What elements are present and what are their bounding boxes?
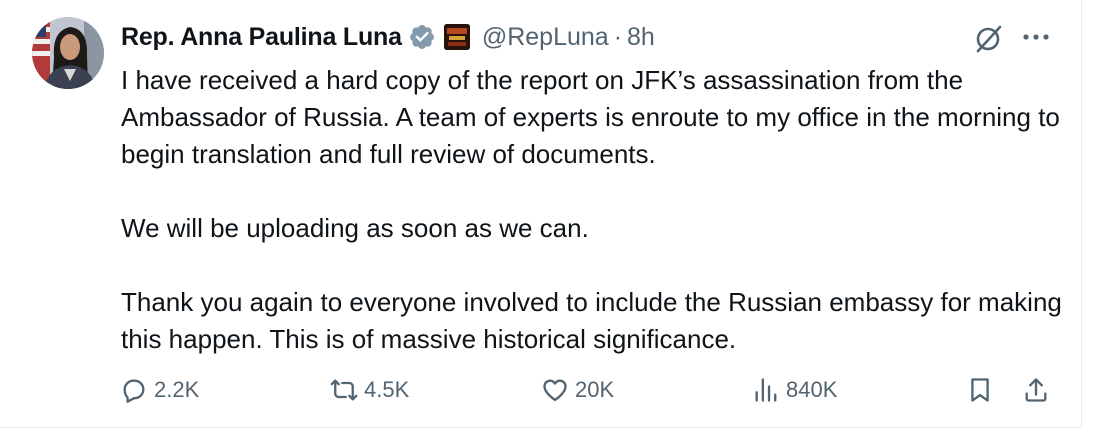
tweet-paragraph: We will be uploading as soon as we can.: [121, 213, 589, 243]
author-avatar[interactable]: [32, 17, 104, 89]
tweet-paragraph: I have received a hard copy of the repor…: [121, 65, 1060, 169]
bookmark-button[interactable]: [966, 368, 994, 412]
affiliation-logo: [443, 24, 470, 50]
affiliation-badge-icon[interactable]: [443, 24, 470, 50]
more-button[interactable]: [1018, 22, 1054, 52]
verified-badge-icon[interactable]: [408, 23, 436, 51]
profile-photo-image: [32, 17, 104, 89]
retweet-button[interactable]: 4.5K: [330, 368, 409, 412]
reply-button[interactable]: 2.2K: [120, 368, 199, 412]
views-count: 840K: [786, 377, 838, 402]
more-icon: [1023, 34, 1049, 40]
bookmark-icon: [971, 378, 989, 402]
like-count: 20K: [575, 377, 615, 402]
views-button[interactable]: 840K: [752, 368, 837, 412]
share-icon: [1025, 378, 1047, 402]
retweet-icon: [330, 379, 358, 401]
author-name[interactable]: Rep. Anna Paulina Luna: [121, 23, 402, 52]
views-icon: [755, 378, 777, 402]
grok-icon[interactable]: [970, 20, 1006, 56]
author-handle[interactable]: @RepLuna: [482, 23, 609, 52]
reply-count: 2.2K: [154, 377, 200, 402]
tweet-paragraph: Thank you again to everyone involved to …: [121, 287, 1062, 354]
retweet-count: 4.5K: [364, 377, 410, 402]
share-button[interactable]: [1022, 368, 1050, 412]
like-button[interactable]: 20K: [541, 368, 614, 412]
header-separator: ·: [613, 22, 623, 51]
tweet-header: Rep. Anna Paulina Luna @RepLuna · 8h: [121, 20, 655, 54]
tweet-card[interactable]: Rep. Anna Paulina Luna @RepLuna · 8h I h…: [0, 0, 1082, 428]
action-bar: 2.2K 4.5K 20K 840K: [0, 368, 1082, 412]
tweet-timestamp[interactable]: 8h: [627, 23, 655, 52]
reply-icon: [123, 379, 145, 403]
like-icon: [543, 379, 567, 402]
tweet-text: I have received a hard copy of the repor…: [121, 62, 1066, 358]
